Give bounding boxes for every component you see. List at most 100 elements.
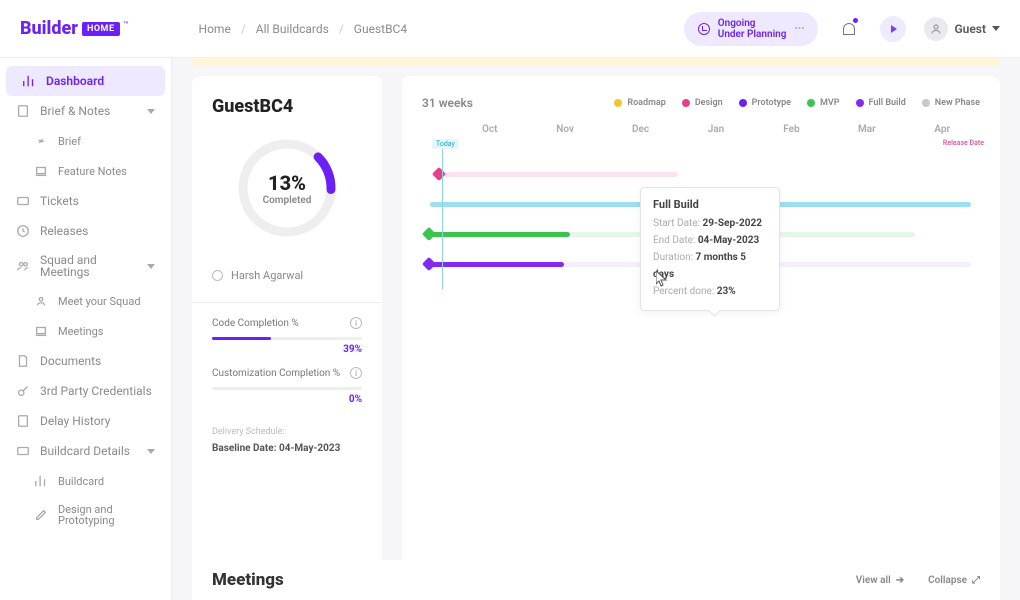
completion-percent: 13% — [268, 171, 306, 195]
people-icon — [16, 259, 30, 273]
breadcrumb-current: GuestBC4 — [354, 22, 407, 36]
collapse-link[interactable]: Collapse ⤢ — [928, 575, 980, 586]
status-chip[interactable]: Ongoing Under Planning ⋯ — [684, 12, 819, 46]
sidebar-item-releases[interactable]: Releases — [0, 216, 171, 246]
sidebar-item-3rd-party[interactable]: 3rd Party Credentials — [0, 376, 171, 406]
logo-badge: HOME — [82, 22, 120, 36]
breadcrumb-sep: / — [241, 22, 246, 36]
key-icon — [16, 384, 30, 398]
ticket-icon — [16, 194, 30, 208]
info-icon[interactable]: i — [350, 367, 362, 379]
sidebar: Dashboard Brief & Notes Brief Feature No… — [0, 58, 172, 600]
completion-donut: 13% Completed — [232, 133, 342, 243]
people-icon — [34, 294, 48, 308]
sidebar-item-meetings[interactable]: Meetings — [0, 316, 171, 346]
person-icon — [212, 270, 223, 281]
meetings-title: Meetings — [212, 570, 284, 590]
today-line — [442, 141, 443, 289]
info-icon[interactable]: i — [350, 317, 362, 329]
gantt-bar-mvp-done — [430, 232, 570, 237]
chevron-down-icon — [147, 264, 155, 269]
legend-dot-design — [682, 99, 690, 107]
clock-icon — [16, 224, 30, 238]
breadcrumb-all-buildcards[interactable]: All Buildcards — [256, 22, 329, 36]
sidebar-item-squad-meetings[interactable]: Squad and Meetings — [0, 246, 171, 286]
summary-card: GuestBC4 13% Completed Harsh Agarwal Cod… — [192, 76, 382, 582]
clock-icon — [698, 23, 710, 35]
custom-completion-track — [212, 387, 362, 390]
chart-icon — [22, 74, 36, 88]
logo-text: Builder — [20, 18, 78, 39]
breadcrumb-sep: / — [339, 22, 344, 36]
pencil-icon — [34, 508, 48, 522]
delivery-schedule-label: Delivery Schedule: — [212, 427, 362, 437]
sidebar-item-brief-notes[interactable]: Brief & Notes — [0, 96, 171, 126]
owner-name: Harsh Agarwal — [231, 269, 303, 282]
gantt-bar-full-build-done — [430, 262, 564, 267]
sidebar-item-delay-history[interactable]: Delay History — [0, 406, 171, 436]
document-icon — [16, 354, 30, 368]
code-completion-value: 39% — [212, 344, 362, 355]
sidebar-item-documents[interactable]: Documents — [0, 346, 171, 376]
sidebar-item-tickets[interactable]: Tickets — [0, 186, 171, 216]
month-axis: Oct Nov Dec Jan Feb Mar Apr — [422, 124, 980, 135]
meetings-section-header: Meetings View all ➔ Collapse ⤢ — [192, 560, 1000, 600]
legend-dot-roadmap — [614, 99, 622, 107]
alert-banner — [192, 58, 1000, 66]
sidebar-item-meet-squad[interactable]: Meet your Squad — [0, 286, 171, 316]
sidebar-item-buildcard[interactable]: Buildcard — [0, 466, 171, 496]
link-icon — [34, 134, 48, 148]
gantt-tooltip: Full Build Start Date: 29-Sep-2022 End D… — [640, 187, 780, 311]
user-menu[interactable]: Guest — [924, 17, 1000, 41]
gantt-bar-design-planned — [444, 172, 678, 177]
code-completion-fill — [212, 337, 271, 340]
baseline-date: Baseline Date: 04-May-2023 — [212, 443, 362, 454]
card-icon — [16, 444, 30, 458]
timeline-card: 31 weeks Roadmap Design Prototype MVP Fu… — [402, 76, 1000, 582]
play-button[interactable] — [880, 16, 906, 42]
chart-icon — [34, 474, 48, 488]
legend-dot-mvp — [807, 99, 815, 107]
release-date-label: Release Date — [943, 139, 984, 147]
custom-completion-value: 0% — [212, 394, 362, 405]
laptop-icon — [34, 324, 48, 338]
completion-label: Completed — [263, 195, 312, 206]
code-completion-track — [212, 337, 362, 340]
breadcrumb-home[interactable]: Home — [199, 22, 231, 36]
view-all-link[interactable]: View all ➔ — [856, 575, 904, 586]
logo[interactable]: Builder HOME ™ — [20, 18, 129, 39]
legend-dot-new-phase — [922, 99, 930, 107]
sidebar-item-buildcard-details[interactable]: Buildcard Details — [0, 436, 171, 466]
sidebar-item-design-proto[interactable]: Design and Prototyping — [0, 496, 171, 534]
chevron-down-icon — [147, 109, 155, 114]
legend-dot-prototype — [739, 99, 747, 107]
note-icon — [16, 104, 30, 118]
status-bottom: Under Planning — [718, 29, 787, 40]
today-label: Today — [432, 139, 459, 149]
legend-dot-full-build — [856, 99, 864, 107]
cursor-icon — [656, 271, 668, 287]
logo-tm: ™ — [124, 20, 129, 29]
gantt-row-design[interactable] — [422, 159, 980, 189]
weeks-count: 31 weeks — [422, 96, 473, 110]
notifications-button[interactable] — [836, 16, 862, 42]
arrow-icon: ➔ — [896, 575, 904, 586]
notification-dot-icon — [853, 18, 858, 23]
user-name: Guest — [954, 22, 986, 36]
main-content: GuestBC4 13% Completed Harsh Agarwal Cod… — [172, 58, 1020, 600]
chevron-down-icon — [992, 26, 1000, 31]
divider — [192, 302, 382, 303]
code-completion-row: Code Completion % i — [212, 317, 362, 329]
sidebar-item-dashboard[interactable]: Dashboard — [6, 66, 165, 96]
custom-completion-row: Customization Completion % i — [212, 367, 362, 379]
gantt-rows: Today Release Date — [422, 141, 980, 279]
collapse-icon: ⤢ — [972, 575, 980, 586]
legend: Roadmap Design Prototype MVP Full Build … — [614, 98, 980, 108]
laptop-icon — [34, 164, 48, 178]
chevron-down-icon — [147, 449, 155, 454]
avatar-icon — [924, 17, 948, 41]
sidebar-item-feature-notes[interactable]: Feature Notes — [0, 156, 171, 186]
breadcrumb: Home / All Buildcards / GuestBC4 — [199, 22, 408, 36]
status-top: Ongoing — [718, 18, 787, 29]
sidebar-item-brief[interactable]: Brief — [0, 126, 171, 156]
